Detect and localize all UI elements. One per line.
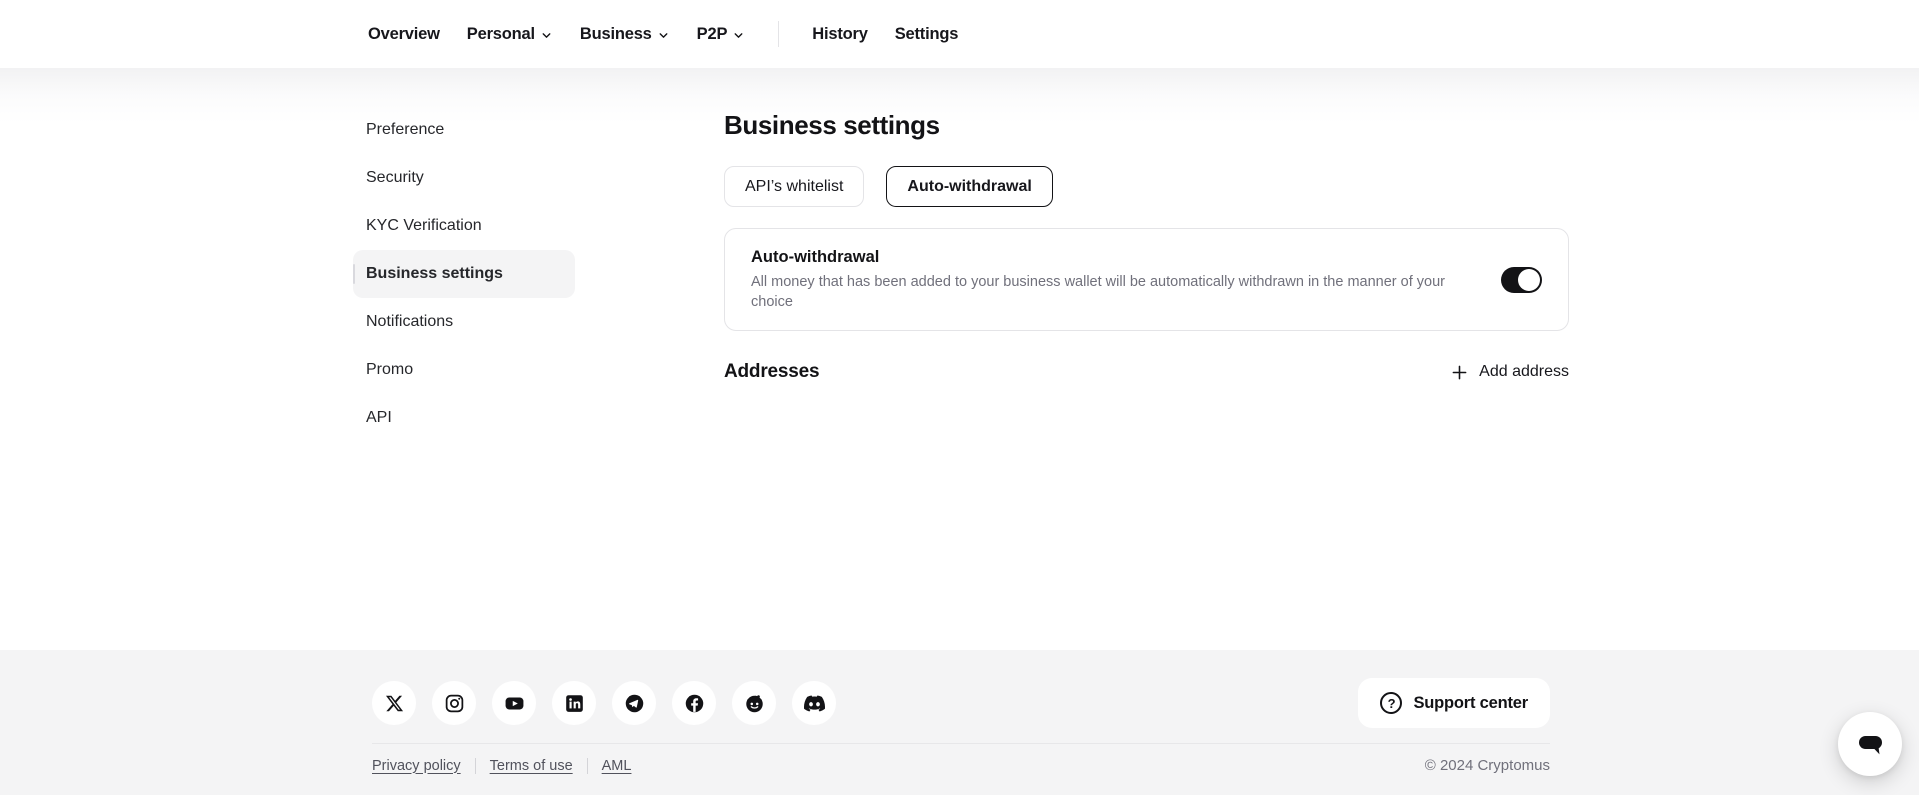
auto-withdrawal-card: Auto-withdrawal All money that has been … <box>724 228 1569 331</box>
chevron-down-icon <box>659 32 668 38</box>
sidebar-item-label: Security <box>366 169 424 186</box>
facebook-icon[interactable] <box>672 681 716 725</box>
sidebar-item-preference[interactable]: Preference <box>353 106 575 154</box>
sidebar-item-business-settings[interactable]: Business settings <box>353 250 575 298</box>
sidebar-item-label: Notifications <box>366 313 454 330</box>
settings-sidebar: Preference Security KYC Verification Bus… <box>353 68 575 650</box>
tab-label: API’s whitelist <box>745 177 844 195</box>
settings-tabs: API’s whitelist Auto-withdrawal <box>724 166 1569 207</box>
telegram-icon[interactable] <box>612 681 656 725</box>
discord-icon[interactable] <box>792 681 836 725</box>
sidebar-item-label: API <box>366 409 392 426</box>
chevron-down-icon <box>542 32 551 38</box>
terms-of-use-link[interactable]: Terms of use <box>490 758 573 774</box>
sidebar-item-label: Preference <box>366 121 445 138</box>
chat-widget-button[interactable] <box>1838 712 1902 776</box>
nav-business[interactable]: Business <box>580 25 670 44</box>
nav-overview-label: Overview <box>368 24 440 43</box>
auto-withdrawal-description: All money that has been added to your bu… <box>751 274 1445 310</box>
linkedin-icon[interactable] <box>552 681 596 725</box>
question-mark-icon: ? <box>1380 692 1403 714</box>
tab-label: Auto-withdrawal <box>907 177 1032 195</box>
nav-overview[interactable]: Overview <box>368 25 440 44</box>
page: Overview Personal Business P2P History S… <box>0 0 1919 795</box>
nav-personal-label: Personal <box>466 24 535 43</box>
sidebar-item-kyc-verification[interactable]: KYC Verification <box>353 202 575 250</box>
social-links <box>372 681 836 725</box>
support-center-label: Support center <box>1413 693 1528 712</box>
sidebar-item-notifications[interactable]: Notifications <box>353 298 575 346</box>
auto-withdrawal-title: Auto-withdrawal <box>751 248 880 266</box>
instagram-icon[interactable] <box>432 681 476 725</box>
footer-top-row: ? Support center <box>372 678 1550 728</box>
nav-p2p-label: P2P <box>696 24 728 43</box>
sidebar-item-security[interactable]: Security <box>353 154 575 202</box>
tab-auto-withdrawal[interactable]: Auto-withdrawal <box>886 166 1053 207</box>
main-panel: Business settings API’s whitelist Auto-w… <box>724 68 1569 650</box>
plus-icon <box>1452 365 1467 379</box>
legal-links: Privacy policy Terms of use AML <box>372 757 632 774</box>
nav-divider <box>778 21 780 47</box>
nav-p2p[interactable]: P2P <box>697 25 746 44</box>
nav-business-label: Business <box>579 24 652 43</box>
nav-settings[interactable]: Settings <box>895 25 959 44</box>
support-center-button[interactable]: ? Support center <box>1358 678 1550 728</box>
x-twitter-icon[interactable] <box>372 681 416 725</box>
sidebar-item-label: Promo <box>366 361 414 378</box>
page-title: Business settings <box>724 110 940 140</box>
addresses-section-header: Addresses Add address <box>724 361 1569 383</box>
copyright: © 2024 Cryptomus <box>1424 757 1550 774</box>
footer-bottom-row: Privacy policy Terms of use AML © 2024 C… <box>372 744 1550 774</box>
addresses-title: Addresses <box>724 361 820 382</box>
auto-withdrawal-toggle[interactable] <box>1501 266 1542 293</box>
sidebar-item-label: KYC Verification <box>366 217 482 234</box>
privacy-policy-link[interactable]: Privacy policy <box>372 758 461 774</box>
sidebar-item-api[interactable]: API <box>353 394 575 442</box>
nav-settings-label: Settings <box>894 24 959 43</box>
add-address-label: Add address <box>1479 363 1569 380</box>
aml-link[interactable]: AML <box>602 758 632 774</box>
link-separator <box>474 757 476 774</box>
link-separator <box>586 757 588 774</box>
tab-apis-whitelist[interactable]: API’s whitelist <box>724 166 865 207</box>
sidebar-item-label: Business settings <box>366 265 503 282</box>
main-nav: Overview Personal Business P2P History S… <box>368 21 958 47</box>
chat-bubble-icon <box>1859 736 1882 755</box>
sidebar-item-promo[interactable]: Promo <box>353 346 575 394</box>
footer: ? Support center Privacy policy Terms of… <box>0 650 1919 795</box>
nav-history-label: History <box>812 24 868 43</box>
top-nav: Overview Personal Business P2P History S… <box>0 0 1919 68</box>
nav-personal[interactable]: Personal <box>467 25 553 44</box>
nav-history[interactable]: History <box>812 24 868 44</box>
auto-withdrawal-text: Auto-withdrawal All money that has been … <box>751 247 1451 312</box>
chevron-down-icon <box>734 32 743 38</box>
reddit-icon[interactable] <box>732 681 776 725</box>
youtube-icon[interactable] <box>492 681 536 725</box>
toggle-knob <box>1518 268 1540 291</box>
content-area: Preference Security KYC Verification Bus… <box>0 68 1919 650</box>
add-address-button[interactable]: Add address <box>1449 362 1569 383</box>
